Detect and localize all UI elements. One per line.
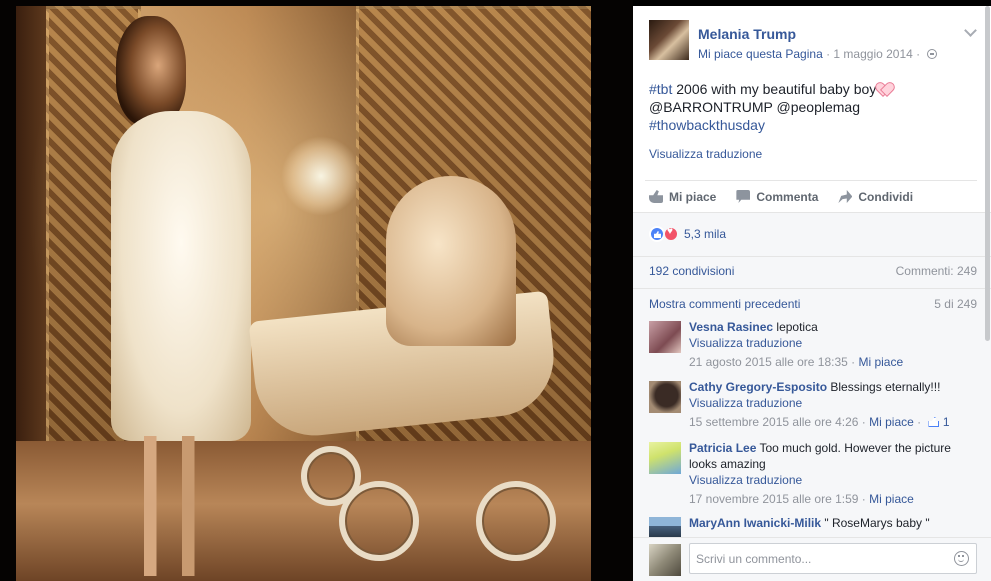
comment-meta: 21 agosto 2015 alle ore 18:35 · Mi piace [689, 355, 904, 369]
comments-count: Commenti: 249 [895, 264, 977, 278]
commenter-avatar[interactable] [649, 442, 681, 474]
comment-meta: 17 novembre 2015 alle ore 1:59 · Mi piac… [689, 492, 914, 506]
photo-figure-head [116, 16, 186, 126]
user-avatar [649, 544, 681, 576]
thumbs-up-icon [928, 417, 940, 427]
like-page-link[interactable]: Mi piace questa Pagina [698, 47, 823, 61]
photo-chandelier [281, 136, 361, 216]
comments-section: Mostra commenti precedenti 5 di 249 Vesn… [633, 288, 991, 581]
share-button[interactable]: Condividi [834, 190, 913, 204]
comment-body: Cathy Gregory-Esposito Blessings eternal… [689, 379, 977, 430]
page-name-link[interactable]: Melania Trump [698, 26, 796, 42]
reaction-count[interactable]: 5,3 mila [684, 227, 726, 241]
shares-count-link[interactable]: 192 condivisioni [649, 264, 734, 278]
comment-translate-link[interactable]: Visualizza traduzione [689, 395, 977, 411]
comment-text: Blessings eternally!!! [830, 380, 941, 394]
share-button-label: Condividi [858, 189, 914, 204]
comment-meta: 15 settembre 2015 alle ore 4:26 · Mi pia… [689, 415, 950, 429]
meta-separator: · [822, 47, 834, 61]
comment-item: Vesna Rasinec lepotica Visualizza traduz… [649, 319, 977, 371]
shares-bar: 192 condivisioni Commenti: 249 [633, 256, 991, 288]
comment-timestamp[interactable]: 15 settembre 2015 alle ore 4:26 [689, 415, 858, 429]
comment-author[interactable]: Vesna Rasinec [689, 320, 773, 334]
photo-figure-dress [111, 111, 251, 441]
commenter-avatar[interactable] [649, 517, 681, 537]
comment-item: Cathy Gregory-Esposito Blessings eternal… [649, 379, 977, 431]
post-header: Melania Trump Mi piace questa Pagina · 1… [649, 20, 979, 64]
comment-author[interactable]: MaryAnn Iwanicki-Milik [689, 516, 821, 530]
hashtag-link[interactable]: #tbt [649, 81, 672, 97]
post-action-bar: Mi piace Commenta Condividi [645, 180, 977, 212]
comment-translate-link[interactable]: Visualizza traduzione [689, 335, 977, 351]
comment-timestamp[interactable]: 21 agosto 2015 alle ore 18:35 [689, 355, 848, 369]
page-avatar[interactable] [649, 20, 689, 60]
comment-icon [736, 190, 751, 203]
thumbs-up-icon [649, 190, 663, 203]
chevron-down-icon[interactable] [964, 24, 977, 37]
comment-body: MaryAnn Iwanicki-Milik " RoseMarys baby … [689, 515, 977, 531]
comment-item: Patricia Lee Too much gold. However the … [649, 440, 977, 508]
comment-button[interactable]: Commenta [732, 190, 818, 204]
commenter-avatar[interactable] [649, 381, 681, 413]
commenter-avatar[interactable] [649, 321, 681, 353]
post-date[interactable]: 1 maggio 2014 [833, 47, 912, 61]
show-previous-comments-link[interactable]: Mostra commenti precedenti [649, 297, 800, 311]
comment-input[interactable] [689, 543, 977, 574]
reactions-bar: 5,3 mila [633, 212, 991, 256]
comment-body: Vesna Rasinec lepotica Visualizza traduz… [689, 319, 977, 370]
comment-like-link[interactable]: Mi piace [869, 492, 914, 506]
post-mentions: @BARRONTRUMP @peoplemag [649, 99, 861, 115]
globe-icon [926, 49, 937, 59]
comment-like-link[interactable]: Mi piace [869, 415, 914, 429]
comment-like-link[interactable]: Mi piace [858, 355, 903, 369]
love-reaction-icon[interactable] [663, 226, 679, 242]
comment-composer [633, 537, 991, 581]
photo-viewer [0, 0, 633, 581]
panel-scrollbar[interactable] [984, 6, 991, 386]
post-photo[interactable] [16, 6, 591, 581]
comment-button-label: Commenta [756, 189, 819, 204]
comment-author[interactable]: Cathy Gregory-Esposito [689, 380, 827, 394]
comment-text: " RoseMarys baby " [824, 516, 930, 530]
photo-pram-wheel [339, 481, 419, 561]
post-text: #tbt 2006 with my beautiful baby boy @BA… [649, 80, 977, 134]
smiley-icon[interactable] [954, 551, 969, 566]
photo-figure-legs [126, 436, 216, 576]
comment-translate-link[interactable]: Visualizza traduzione [689, 472, 977, 488]
heart-emoji-icon [877, 83, 891, 96]
comment-item: MaryAnn Iwanicki-Milik " RoseMarys baby … [649, 515, 977, 539]
like-button-label: Mi piace [669, 189, 717, 204]
photo-pram-wheel [476, 481, 556, 561]
comments-counter: 5 di 249 [934, 297, 977, 311]
photo-pram-hood [386, 176, 516, 346]
post-text-part: 2006 with my beautiful baby boy [672, 81, 877, 97]
post-side-panel: Melania Trump Mi piace questa Pagina · 1… [633, 6, 991, 581]
meta-separator: · [912, 47, 924, 61]
scrollbar-thumb[interactable] [985, 6, 990, 341]
hashtag-link[interactable]: #thowbackthusday [649, 117, 765, 133]
comment-author[interactable]: Patricia Lee [689, 441, 756, 455]
comment-text: lepotica [776, 320, 818, 334]
comment-body: Patricia Lee Too much gold. However the … [689, 440, 977, 507]
like-button[interactable]: Mi piace [645, 190, 716, 204]
translate-link[interactable]: Visualizza traduzione [649, 147, 762, 161]
comment-timestamp[interactable]: 17 novembre 2015 alle ore 1:59 [689, 492, 858, 506]
share-icon [838, 190, 853, 203]
comment-like-count[interactable]: 1 [943, 415, 950, 429]
post-meta: Mi piace questa Pagina · 1 maggio 2014 · [698, 47, 937, 61]
